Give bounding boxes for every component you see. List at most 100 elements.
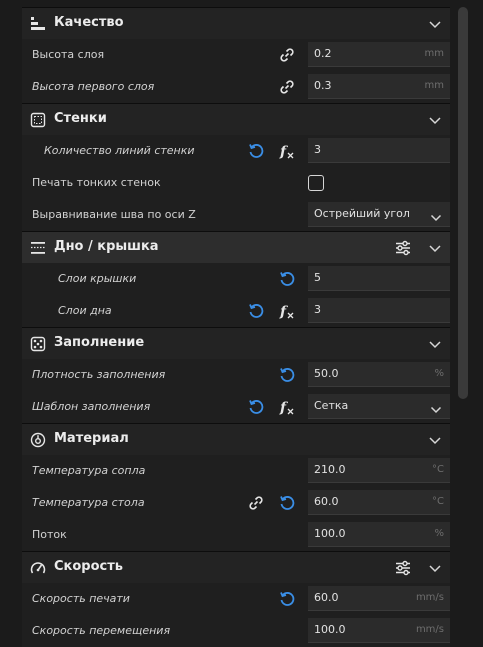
setting-row-bottom-layers: Слои дна f 3 [22, 295, 450, 327]
section-title: Стенки [54, 111, 107, 126]
setting-label: Печать тонких стенок [32, 176, 161, 189]
chevron-down-icon[interactable] [428, 241, 442, 255]
bottom-top-icon [30, 240, 46, 256]
z-seam-alignment-select[interactable]: Острейший угол [308, 202, 450, 227]
setting-label: Шаблон заполнения [32, 400, 151, 413]
settings-panel: Качество Высота слоя 0.2 mm Высота перво… [22, 7, 450, 647]
field-value: 210.0 [314, 463, 346, 476]
setting-row-infill-density: Плотность заполнения 50.0 % [22, 359, 450, 391]
field-value: 50.0 [314, 367, 339, 380]
setting-label: Поток [32, 528, 67, 541]
setting-row-travel-speed: Скорость перемещения 100.0 mm/s [22, 615, 450, 647]
infill-pattern-select[interactable]: Сетка [308, 394, 450, 419]
field-value: 0.2 [314, 47, 332, 60]
setting-row-z-seam-alignment: Выравнивание шва по оси Z Острейший угол [22, 199, 450, 231]
setting-label: Количество линий стенки [44, 144, 195, 157]
setting-row-print-thin-walls: Печать тонких стенок [22, 167, 450, 199]
section-walls-header[interactable]: Стенки [22, 103, 450, 135]
setting-label: Температура стола [32, 496, 145, 509]
section-material-header[interactable]: Материал [22, 423, 450, 455]
field-value: 3 [314, 143, 321, 156]
flow-input[interactable]: 100.0 % [308, 522, 450, 547]
field-value: 60.0 [314, 591, 339, 604]
field-unit: °C [432, 464, 444, 475]
select-value: Острейший угол [314, 207, 410, 220]
layers-icon [30, 16, 46, 32]
section-bottom-top-header[interactable]: Дно / крышка [22, 231, 450, 263]
field-value: 60.0 [314, 495, 339, 508]
reset-icon[interactable] [278, 590, 296, 608]
infill-icon [30, 336, 46, 352]
setting-label: Выравнивание шва по оси Z [32, 208, 196, 221]
speedometer-icon [30, 560, 46, 576]
reset-icon[interactable] [278, 270, 296, 288]
top-layers-input[interactable]: 5 [308, 266, 450, 291]
field-unit: mm [424, 48, 444, 59]
function-icon[interactable]: f [278, 142, 296, 160]
setting-row-first-layer-height: Высота первого слоя 0.3 mm [22, 71, 450, 103]
section-title: Дно / крышка [54, 239, 159, 254]
chevron-down-icon[interactable] [428, 337, 442, 351]
adjust-settings-icon[interactable] [394, 239, 412, 257]
field-value: 100.0 [314, 527, 346, 540]
print-speed-input[interactable]: 60.0 mm/s [308, 586, 450, 611]
vertical-scrollbar[interactable] [458, 7, 468, 399]
field-unit: °C [432, 496, 444, 507]
setting-label: Высота слоя [32, 48, 105, 61]
svg-text:f: f [279, 144, 289, 160]
field-unit: mm/s [415, 592, 444, 603]
infill-density-input[interactable]: 50.0 % [308, 362, 450, 387]
reset-icon[interactable] [247, 398, 265, 416]
chevron-down-icon [430, 209, 442, 222]
link-icon[interactable] [278, 46, 296, 64]
travel-speed-input[interactable]: 100.0 mm/s [308, 618, 450, 643]
walls-icon [30, 112, 46, 128]
setting-label: Температура сопла [32, 464, 146, 477]
setting-row-top-layers: Слои крышки 5 [22, 263, 450, 295]
chevron-down-icon[interactable] [428, 17, 442, 31]
nozzle-temp-input[interactable]: 210.0 °C [308, 458, 450, 483]
reset-icon[interactable] [247, 302, 265, 320]
adjust-settings-icon[interactable] [394, 559, 412, 577]
setting-row-wall-line-count: Количество линий стенки f 3 [22, 135, 450, 167]
chevron-down-icon [430, 401, 442, 414]
section-speed-header[interactable]: Скорость [22, 551, 450, 583]
field-unit: % [434, 368, 444, 379]
section-infill-header[interactable]: Заполнение [22, 327, 450, 359]
field-value: 100.0 [314, 623, 346, 636]
print-thin-walls-checkbox[interactable] [308, 175, 324, 191]
bed-temp-input[interactable]: 60.0 °C [308, 490, 450, 515]
setting-row-print-speed: Скорость печати 60.0 mm/s [22, 583, 450, 615]
section-title: Материал [54, 431, 129, 446]
wall-line-count-input[interactable]: 3 [308, 138, 450, 163]
chevron-down-icon[interactable] [428, 433, 442, 447]
first-layer-height-input[interactable]: 0.3 mm [308, 74, 450, 99]
setting-row-nozzle-temp: Температура сопла 210.0 °C [22, 455, 450, 487]
material-icon [30, 432, 46, 448]
field-value: 5 [314, 271, 321, 284]
function-icon[interactable]: f [278, 302, 296, 320]
setting-label: Плотность заполнения [32, 368, 166, 381]
field-value: 3 [314, 303, 321, 316]
setting-row-bed-temp: Температура стола 60.0 °C [22, 487, 450, 519]
function-icon[interactable]: f [278, 398, 296, 416]
reset-icon[interactable] [278, 494, 296, 512]
link-icon[interactable] [278, 78, 296, 96]
setting-row-flow: Поток 100.0 % [22, 519, 450, 551]
chevron-down-icon[interactable] [428, 561, 442, 575]
svg-text:f: f [279, 304, 289, 320]
svg-text:f: f [279, 400, 289, 416]
setting-label: Скорость печати [32, 592, 130, 605]
setting-label: Слои крышки [58, 272, 137, 285]
section-title: Скорость [54, 559, 123, 574]
section-quality-header[interactable]: Качество [22, 7, 450, 39]
field-unit: mm [424, 80, 444, 91]
setting-row-layer-height: Высота слоя 0.2 mm [22, 39, 450, 71]
setting-label: Слои дна [58, 304, 112, 317]
link-icon[interactable] [247, 494, 265, 512]
layer-height-input[interactable]: 0.2 mm [308, 42, 450, 67]
reset-icon[interactable] [247, 142, 265, 160]
chevron-down-icon[interactable] [428, 113, 442, 127]
bottom-layers-input[interactable]: 3 [308, 298, 450, 323]
reset-icon[interactable] [278, 366, 296, 384]
